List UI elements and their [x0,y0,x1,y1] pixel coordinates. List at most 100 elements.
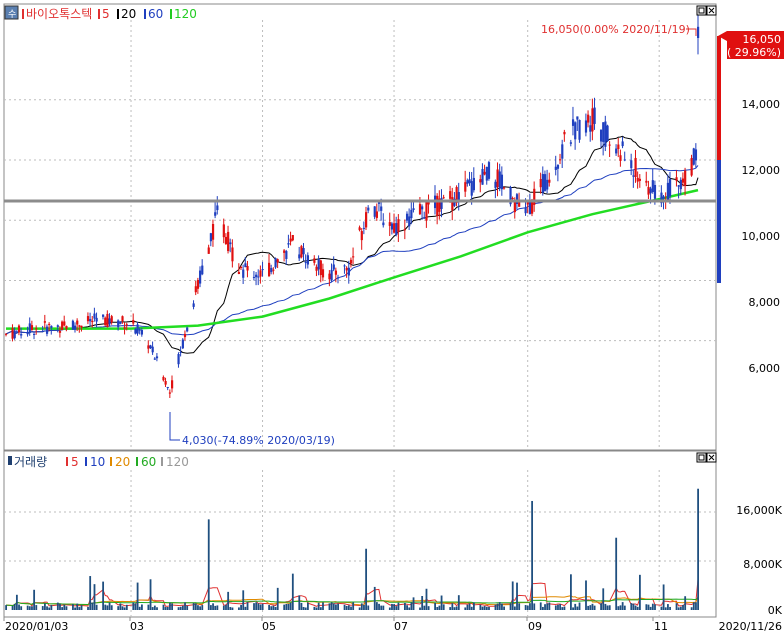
candle-body [20,334,23,336]
volume-bar [270,606,273,610]
candle-body [352,256,355,258]
candle-body [485,166,488,181]
volume-bar [695,602,697,610]
volume-bar [604,603,607,610]
volume-bar [261,603,264,610]
volume-bar [630,603,633,610]
volume-bar [615,537,618,610]
daily-range-blue [717,160,721,283]
candle-body [410,209,413,219]
volume-bar [5,605,7,610]
volume-bar [679,606,682,610]
candle-body [5,333,8,335]
candle-body [498,171,501,189]
volume-bar [473,602,475,610]
candle-body [270,267,273,273]
volume-bar [162,604,165,610]
volume-bar [119,603,122,610]
volume-bar [541,606,544,610]
candle-body [684,170,687,186]
candle-body [679,179,682,190]
volume-panel-frame [3,450,717,618]
volume-bar [227,591,230,610]
price-panel-window-buttons[interactable] [696,5,717,16]
candle-body [367,207,370,211]
candle-body [496,169,499,188]
volume-bar [28,606,31,610]
volume-bar [412,597,415,610]
candle-body [677,185,680,187]
volume-bar [578,602,581,610]
candle-body [268,262,271,277]
volume-bar [18,604,20,610]
candle-body [242,269,245,278]
vol-ma-legend-5: 5 [71,455,79,469]
date-label: 11 [654,620,668,633]
volume-bar [451,603,454,610]
candle-body [123,327,126,329]
volume-bar [222,605,225,610]
candle-body [147,345,150,349]
candle-body [179,352,182,354]
volume-bar [298,595,301,610]
volume-bar [684,596,687,610]
candle-body [697,26,700,38]
candle-body [483,171,486,175]
candle-body [177,354,180,365]
volume-tick-label: 8,000K [743,558,782,571]
volume-bar [80,605,83,610]
candle-body [554,166,557,170]
volume-bar [169,602,171,610]
candle-body [110,316,113,323]
volume-bar [136,582,139,610]
volume-bar [108,602,111,610]
maximize-icon[interactable] [696,5,707,16]
candle-body [668,179,672,197]
candle-body [283,250,286,253]
volume-bar [20,606,23,610]
volume-bar [360,603,363,610]
volume-bar [201,605,204,610]
volume-bar [104,604,107,610]
volume-bar [483,606,486,610]
volume-bar [76,603,79,610]
volume-bar [485,606,488,610]
volume-bar [466,604,469,610]
volume-panel-window-buttons[interactable] [696,452,717,463]
candle-body [662,196,665,199]
volume-bar [302,607,305,610]
volume-bar [608,605,611,610]
candle-body [358,227,361,231]
candle-body [584,120,588,133]
candle-body [140,329,144,335]
candle-body [362,227,366,229]
volume-bar [438,605,441,610]
candle-body [216,205,219,211]
volume-bar [498,602,501,610]
volume-bar [91,602,94,610]
candle-body [108,318,111,325]
candle-body [134,329,137,334]
maximize-icon[interactable] [696,452,707,463]
volume-bar [393,604,396,610]
candle-body [104,317,107,326]
candle-body [199,270,202,284]
candle-body [571,119,575,126]
candle-body [194,286,197,293]
volume-bar [15,594,18,610]
volume-bar [645,604,648,610]
volume-bar [533,603,536,610]
volume-bar [470,606,473,610]
candle-body [33,333,36,335]
candle-body [332,264,335,270]
candle-body [117,320,120,328]
volume-bar [636,606,639,610]
candle-body [349,259,353,264]
candle-body [164,380,167,385]
volume-tick-label: 16,000K [736,504,782,517]
volume-bar [380,605,383,610]
candle-body [634,157,637,178]
candle-body [106,313,109,328]
volume-bar [41,606,44,610]
volume-bar [375,602,378,610]
